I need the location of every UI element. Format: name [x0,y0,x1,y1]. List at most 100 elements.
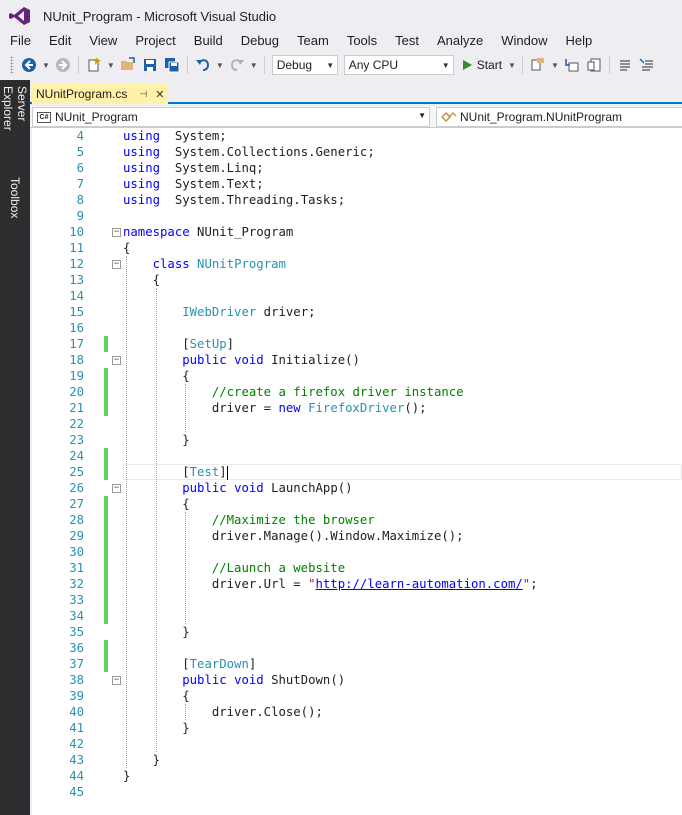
code-line[interactable]: 45 [32,784,682,800]
collapse-toggle-icon[interactable]: − [112,484,121,493]
toolbox-tab[interactable]: Toolbox [6,176,24,220]
collapse-toggle-icon[interactable]: − [112,228,121,237]
code-line[interactable]: 44} [32,768,682,784]
code-line[interactable]: 7 using System.Text; [32,176,682,192]
menu-build[interactable]: Build [184,32,231,52]
start-dropdown-icon[interactable]: ▼ [508,61,516,70]
code-line[interactable]: 25 [Test] [32,464,682,480]
code-line[interactable]: 28 //Maximize the browser [32,512,682,528]
code-line[interactable]: 10 − namespace NUnit_Program [32,224,682,240]
undo-button[interactable] [193,55,213,75]
code-line[interactable]: 9 [32,208,682,224]
menu-view[interactable]: View [79,32,125,52]
find-dropdown-icon[interactable]: ▼ [551,61,559,70]
collapse-toggle-icon[interactable]: − [112,676,121,685]
code-line[interactable]: 19 { [32,368,682,384]
server-explorer-tab[interactable]: Server Explorer [1,86,29,166]
code-editor[interactable]: 4 using System; 5 using System.Collections.… [32,128,682,815]
start-debugging-button[interactable]: Start [457,58,506,72]
code-line[interactable]: 32 driver.Url = "http://learn-automation… [32,576,682,592]
menu-file[interactable]: File [0,32,39,52]
code-line[interactable]: 31 //Launch a website [32,560,682,576]
code-line[interactable]: 36 [32,640,682,656]
code-line[interactable]: 12 − class NUnitProgram [32,256,682,272]
close-icon[interactable]: ✕ [155,88,164,101]
code-line[interactable]: 30 [32,544,682,560]
collapse-toggle-icon[interactable]: − [112,260,121,269]
code-line[interactable]: 33 [32,592,682,608]
pin-icon[interactable]: ⊣ [139,89,147,100]
project-dropdown[interactable]: C# NUnit_Program ▼ [32,107,430,127]
menu-edit[interactable]: Edit [39,32,79,52]
code-line[interactable]: 27 { [32,496,682,512]
save-button[interactable] [140,55,160,75]
code-token: IWebDriver [182,305,257,319]
code-line[interactable]: 41 } [32,720,682,736]
code-line[interactable]: 15 IWebDriver driver; [32,304,682,320]
back-button[interactable] [19,55,39,75]
change-marker [104,608,108,624]
toggle-bookmark-button[interactable] [584,55,604,75]
menu-tools[interactable]: Tools [337,32,385,52]
solution-configuration-select[interactable]: Debug ▼ [271,55,338,75]
code-line[interactable]: 6 using System.Linq; [32,160,682,176]
menu-test[interactable]: Test [385,32,427,52]
code-line[interactable]: 20 //create a firefox driver instance [32,384,682,400]
toolbar-grip[interactable] [10,56,14,74]
code-line[interactable]: 34 [32,608,682,624]
menu-project[interactable]: Project [125,32,183,52]
code-line[interactable]: 29 driver.Manage().Window.Maximize(); [32,528,682,544]
code-line[interactable]: 14 [32,288,682,304]
code-line[interactable]: 5 using System.Collections.Generic; [32,144,682,160]
menu-window[interactable]: Window [491,32,555,52]
menu-bar: File Edit View Project Build Debug Team … [0,32,682,52]
line-number: 34 [69,609,84,623]
step-into-button[interactable] [562,55,582,75]
code-line[interactable]: 23 } [32,432,682,448]
code-line[interactable]: 4 using System; [32,128,682,144]
open-file-button[interactable] [118,55,138,75]
back-dropdown-icon[interactable]: ▼ [42,61,50,70]
comment-lines-button[interactable] [615,55,635,75]
menu-team[interactable]: Team [287,32,337,52]
code-line[interactable]: 22 [32,416,682,432]
code-token: using [123,129,161,143]
document-tab-nunitprogram[interactable]: NUnitProgram.cs ⊣ ✕ [32,84,168,104]
code-line[interactable]: 16 [32,320,682,336]
collapse-toggle-icon[interactable]: − [112,356,121,365]
code-line[interactable]: 8 using System.Threading.Tasks; [32,192,682,208]
code-line[interactable]: 38 − public void ShutDown() [32,672,682,688]
save-all-button[interactable] [162,55,182,75]
code-line[interactable]: 40 driver.Close(); [32,704,682,720]
uncomment-lines-button[interactable] [637,55,657,75]
code-line[interactable]: 26 − public void LaunchApp() [32,480,682,496]
code-line[interactable]: 13 { [32,272,682,288]
code-token[interactable]: http://learn-automation.com/ [316,577,523,591]
code-line[interactable]: 35 } [32,624,682,640]
code-line[interactable]: 18 − public void Initialize() [32,352,682,368]
undo-dropdown-icon[interactable]: ▼ [216,61,224,70]
type-dropdown[interactable]: NUnit_Program.NUnitProgram [436,107,682,127]
menu-help[interactable]: Help [556,32,601,52]
line-number: 22 [69,417,84,431]
code-line[interactable]: 42 [32,736,682,752]
forward-button[interactable] [53,55,73,75]
code-line[interactable]: 39 { [32,688,682,704]
code-line[interactable]: 37 [TearDown] [32,656,682,672]
code-token: using [123,161,161,175]
code-line[interactable]: 17 [SetUp] [32,336,682,352]
solution-platform-select[interactable]: Any CPU ▼ [343,55,454,75]
menu-debug[interactable]: Debug [231,32,287,52]
redo-button[interactable] [227,55,247,75]
redo-dropdown-icon[interactable]: ▼ [250,61,258,70]
code-text: [Test] [123,464,228,480]
code-line[interactable]: 43 } [32,752,682,768]
new-dropdown-icon[interactable]: ▼ [107,61,115,70]
new-project-button[interactable] [84,55,104,75]
find-in-files-button[interactable] [528,55,548,75]
menu-analyze[interactable]: Analyze [427,32,491,52]
code-line[interactable]: 24 [32,448,682,464]
code-line[interactable]: 21 driver = new FirefoxDriver(); [32,400,682,416]
code-line[interactable]: 11 { [32,240,682,256]
